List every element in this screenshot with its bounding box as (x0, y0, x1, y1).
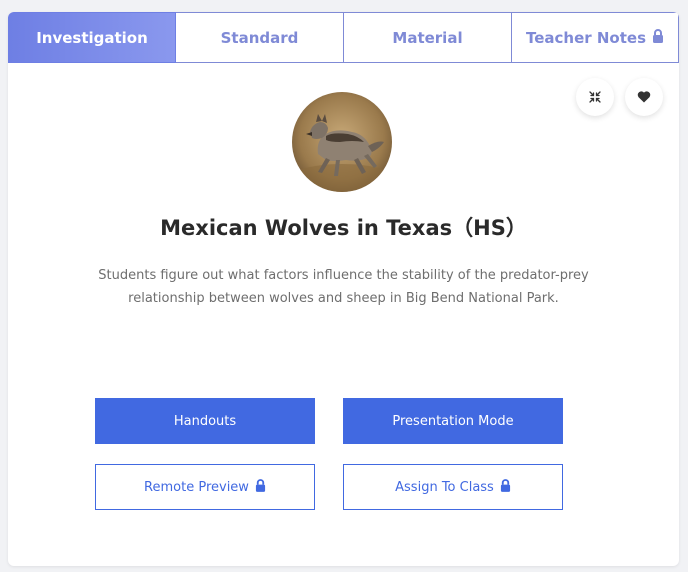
button-label: Presentation Mode (392, 413, 514, 429)
tab-material[interactable]: Material (344, 12, 512, 63)
tab-bar: Investigation Standard Material Teacher … (8, 12, 679, 63)
heart-icon (637, 88, 651, 107)
assign-to-class-button[interactable]: Assign To Class (343, 464, 563, 510)
tab-label: Material (392, 28, 463, 47)
favorite-button[interactable] (625, 78, 663, 116)
lesson-card: Investigation Standard Material Teacher … (8, 12, 679, 566)
compress-icon (589, 88, 601, 107)
presentation-mode-button[interactable]: Presentation Mode (343, 398, 563, 444)
lesson-title: Mexican Wolves in Texas（HS） (160, 216, 527, 240)
tab-label: Standard (220, 28, 299, 47)
handouts-button[interactable]: Handouts (95, 398, 315, 444)
button-label: Remote Preview (144, 479, 249, 495)
tab-teacher-notes[interactable]: Teacher Notes (512, 12, 679, 63)
tab-label: Investigation (36, 28, 148, 47)
lesson-description: Students figure out what factors influen… (98, 268, 589, 306)
lock-icon (500, 478, 511, 496)
wolf-image (292, 92, 392, 192)
lock-icon (255, 478, 266, 496)
button-label: Assign To Class (395, 479, 494, 495)
button-label: Handouts (173, 413, 237, 429)
tab-label: Teacher Notes (525, 28, 647, 47)
collapse-button[interactable] (576, 78, 614, 116)
lesson-image (292, 92, 392, 192)
lock-icon (652, 28, 664, 47)
tab-investigation[interactable]: Investigation (8, 12, 176, 63)
tab-standard[interactable]: Standard (176, 12, 344, 63)
remote-preview-button[interactable]: Remote Preview (95, 464, 315, 510)
